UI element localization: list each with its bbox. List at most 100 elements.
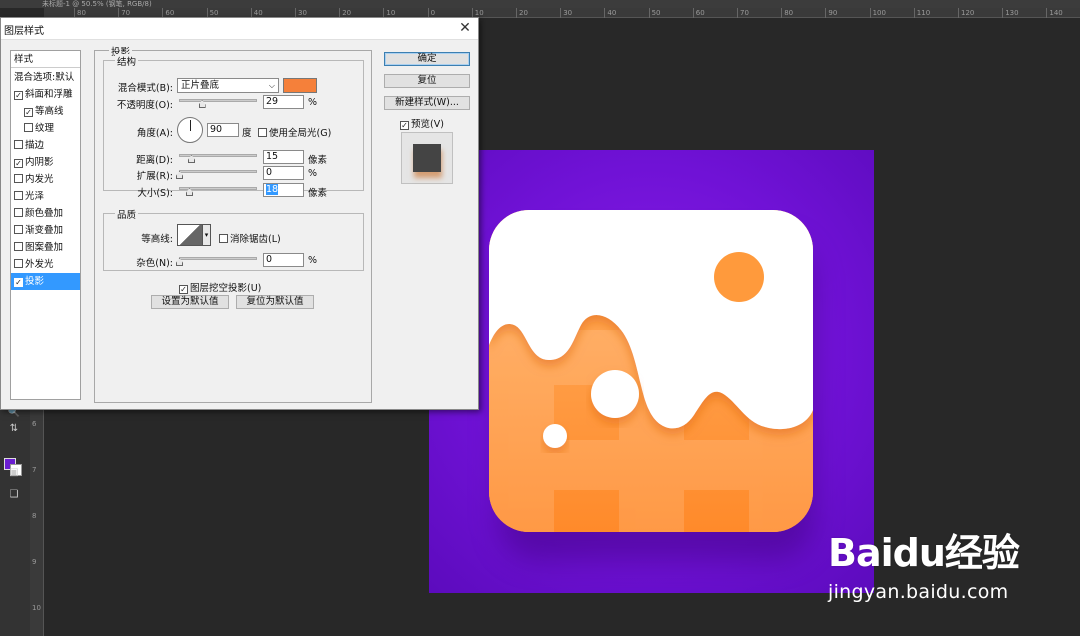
style-checkbox[interactable]: ✓ (14, 91, 23, 100)
opacity-slider[interactable] (179, 99, 257, 102)
blend-mode-select[interactable]: 正片叠底 ⌵ (177, 78, 279, 93)
distance-input[interactable]: 15 (263, 150, 304, 164)
new-style-button[interactable]: 新建样式(W)... (384, 96, 470, 110)
spread-label: 扩展(R): (136, 171, 173, 182)
global-light-checkbox[interactable]: 使用全局光(G) (258, 125, 331, 139)
preview-box: ✓ (400, 121, 409, 130)
close-icon[interactable]: ✕ (458, 20, 472, 36)
style-checkbox[interactable]: ✓ (24, 108, 33, 117)
style-item-label: 渐变叠加 (25, 225, 64, 236)
dialog-title: 图层样式 (4, 26, 44, 37)
style-checkbox[interactable] (24, 123, 33, 132)
angle-input[interactable]: 90 (207, 123, 239, 137)
set-default-button[interactable]: 设置为默认值 (151, 295, 229, 309)
ruler-tick: 100 (869, 8, 886, 18)
spread-unit: % (308, 168, 318, 179)
ruler-tick: 9 (32, 558, 37, 566)
baidu-logo: Baidu经验 (828, 531, 1020, 575)
ruler-tick: 60 (692, 8, 705, 18)
chevron-down-icon: ⌵ (268, 81, 275, 90)
quality-title: 品质 (115, 207, 139, 221)
style-checkbox[interactable] (14, 259, 23, 268)
layer-style-dialog: 图层样式 ✕ 样式 混合选项:默认 ✓ 斜面和浮雕 ✓ 等高线 纹理 描边 ✓ 内阴影 内发光 光泽… (0, 17, 479, 410)
ruler-tick: 50 (648, 8, 661, 18)
contour-picker[interactable] (177, 224, 203, 246)
style-checkbox[interactable] (14, 191, 23, 200)
document-canvas[interactable] (429, 150, 874, 593)
knockout-box: ✓ (179, 285, 188, 294)
opacity-label: 不透明度(O): (116, 100, 173, 111)
contour-dropdown-icon[interactable]: ▾ (203, 224, 211, 246)
style-item-label: 光泽 (25, 191, 45, 202)
ruler-tick: 130 (1002, 8, 1019, 18)
style-item[interactable]: ✓ 内阴影 (11, 154, 80, 171)
blend-mode-label: 混合模式(B): (117, 83, 173, 94)
anti-alias-box (219, 234, 228, 243)
noise-label: 杂色(N): (136, 258, 173, 269)
ok-button[interactable]: 确定 (384, 52, 470, 66)
ruler-tick: 120 (958, 8, 974, 18)
opacity-input[interactable]: 29 (263, 95, 304, 109)
ruler-tick: 7 (32, 466, 37, 474)
style-item-label: 等高线 (35, 106, 64, 117)
opacity-unit: % (308, 97, 318, 108)
spread-slider[interactable] (179, 170, 257, 173)
screen-mode-icon[interactable]: ❑ (6, 488, 22, 502)
quick-mask-icon[interactable]: ▣ (6, 466, 22, 480)
ruler-tick: 6 (32, 420, 37, 428)
style-item[interactable]: 描边 (11, 137, 80, 154)
style-item-label: 颜色叠加 (25, 208, 64, 219)
reset-default-button[interactable]: 复位为默认值 (236, 295, 314, 309)
style-item[interactable]: 混合选项:默认 (11, 69, 80, 86)
angle-label: 角度(A): (136, 128, 173, 139)
ruler-tick: 140 (1046, 8, 1063, 18)
size-input[interactable]: 18 (263, 183, 304, 197)
app-icon-artwork (489, 210, 813, 532)
angle-dial[interactable] (177, 117, 203, 143)
styles-list: 样式 混合选项:默认 ✓ 斜面和浮雕 ✓ 等高线 纹理 描边 ✓ 内阴影 内发光 光泽 颜色叠加 渐变叠… (10, 50, 81, 400)
style-checkbox[interactable] (14, 140, 23, 149)
dialog-titlebar[interactable]: 图层样式 ✕ (1, 18, 478, 40)
document-tab-bar: 未标题-1 @ 50.5% (钢笔, RGB/8) (0, 0, 1080, 8)
style-checkbox[interactable]: ✓ (14, 159, 23, 168)
knockout-checkbox[interactable]: ✓ 图层挖空投影(U) (179, 280, 261, 294)
preview-swatch (413, 144, 441, 172)
style-item-label: 斜面和浮雕 (25, 89, 73, 100)
style-item[interactable]: 纹理 (11, 120, 80, 137)
style-item[interactable]: 颜色叠加 (11, 205, 80, 222)
reset-button[interactable]: 复位 (384, 74, 470, 88)
ruler-tick: 40 (604, 8, 616, 18)
style-item[interactable]: ✓ 斜面和浮雕 (11, 86, 80, 103)
style-item[interactable]: ✓ 等高线 (11, 103, 80, 120)
style-preview-thumbnail (401, 132, 453, 184)
style-checkbox[interactable] (14, 242, 23, 251)
style-checkbox[interactable] (14, 174, 23, 183)
style-item-label: 外发光 (25, 259, 54, 270)
style-item[interactable]: ✓ 投影 (11, 273, 80, 290)
noise-input[interactable]: 0 (263, 253, 304, 267)
style-item[interactable]: 图案叠加 (11, 239, 80, 256)
noise-slider[interactable] (179, 257, 257, 260)
ruler-tick: 8 (32, 512, 37, 520)
style-item[interactable]: 内发光 (11, 171, 80, 188)
distance-unit: 像素 (308, 155, 328, 166)
document-tab[interactable]: 未标题-1 @ 50.5% (钢笔, RGB/8) (36, 0, 158, 8)
anti-alias-checkbox[interactable]: 消除锯齿(L) (219, 231, 281, 245)
size-slider[interactable] (179, 187, 257, 190)
style-item-label: 内阴影 (25, 157, 54, 168)
shadow-color-swatch[interactable] (283, 78, 317, 93)
style-item[interactable]: 外发光 (11, 256, 80, 273)
style-item[interactable]: 光泽 (11, 188, 80, 205)
angle-dial-needle (190, 120, 191, 131)
styles-header[interactable]: 样式 (11, 51, 80, 68)
style-checkbox[interactable] (14, 225, 23, 234)
spread-input[interactable]: 0 (263, 166, 304, 180)
preview-checkbox[interactable]: ✓ 预览(V) (400, 116, 444, 130)
swap-colors-icon[interactable]: ⇅ (6, 422, 22, 436)
angle-unit: 度 (242, 128, 252, 139)
drop-shadow-panel: 投影 结构 混合模式(B): 正片叠底 ⌵ 不透明度(O): 29 % 角度(A)… (94, 44, 372, 403)
style-checkbox[interactable]: ✓ (14, 278, 23, 287)
style-checkbox[interactable] (14, 208, 23, 217)
cream-drip-shape (489, 210, 813, 448)
style-item[interactable]: 渐变叠加 (11, 222, 80, 239)
